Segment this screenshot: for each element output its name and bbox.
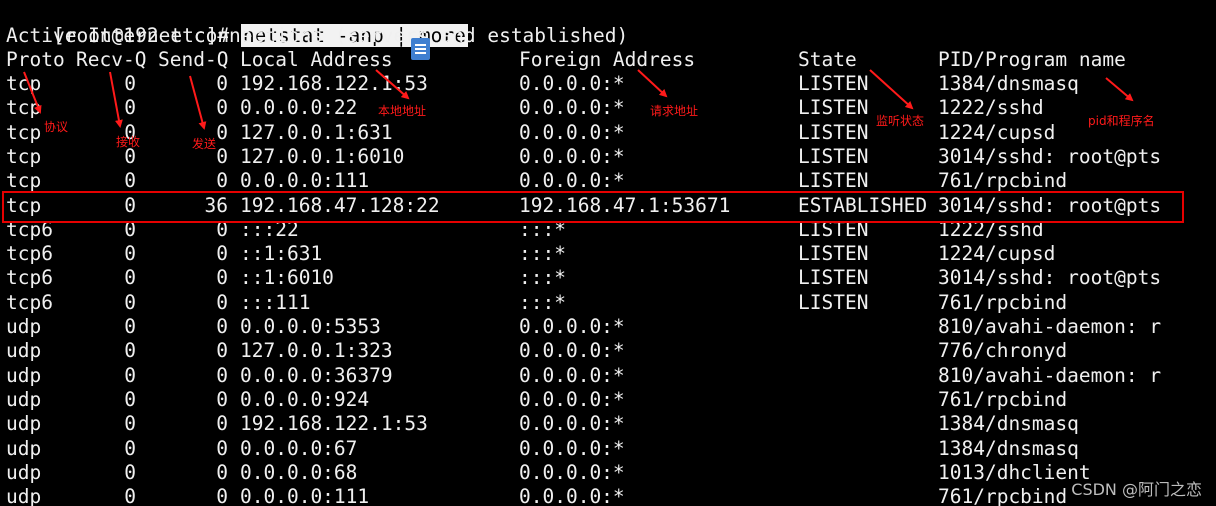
csdn-watermark: CSDN @阿门之恋 [1071,480,1202,499]
note-request-address: 请求地址 [650,104,699,118]
arrow-protocol [23,71,42,114]
arrow-state [869,69,914,110]
note-pid-program: pid和程序名 [1088,114,1155,128]
arrow-send [189,75,207,130]
arrow-recv [109,71,123,128]
arrow-foreign-address [637,69,668,98]
note-local-address: 本地地址 [378,104,427,118]
note-protocol: 协议 [44,120,69,134]
note-send: 发送 [192,137,217,151]
annotation-arrows [23,69,1134,130]
note-listen-state: 监听状态 [876,114,925,128]
arrow-local-address [375,69,410,100]
arrow-pid [1105,77,1134,102]
note-recv: 接收 [116,135,141,149]
terminal-window[interactable]: [root@192 etc]# netstat -anp | more Acti… [0,0,1216,506]
